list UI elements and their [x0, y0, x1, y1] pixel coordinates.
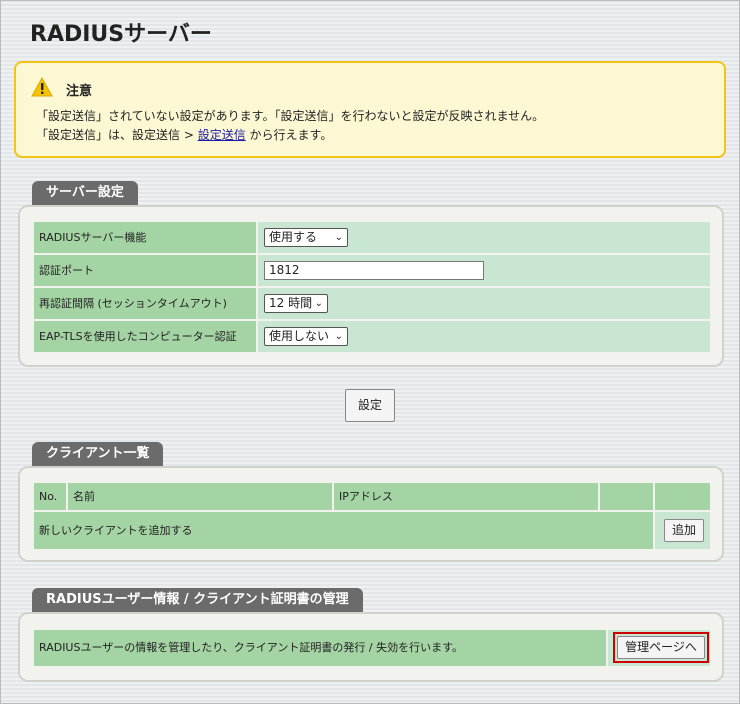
column-header-blank-2	[655, 483, 710, 510]
chevron-down-icon: ⌄	[334, 232, 343, 243]
page-title: RADIUSサーバー	[30, 22, 212, 47]
setting-value-cell: 1812	[258, 255, 710, 286]
eap-tls-select[interactable]: 使用しない ⌄	[264, 327, 348, 346]
notice-line-2: 「設定送信」は、設定送信 > 設定送信 から行えます。	[36, 126, 332, 143]
notice-line-2-prefix: 「設定送信」は、設定送信 >	[36, 128, 198, 142]
setting-value-cell: 使用する ⌄	[258, 222, 710, 253]
setting-label: 再認証間隔 (セッションタイムアウト)	[34, 288, 256, 319]
send-settings-link[interactable]: 設定送信	[198, 128, 246, 142]
auth-port-input[interactable]: 1812	[264, 261, 484, 280]
tab-server-settings: サーバー設定	[32, 181, 138, 205]
setting-row-radius-function: RADIUSサーバー機能 使用する ⌄	[34, 222, 710, 253]
chevron-down-icon: ⌄	[334, 331, 343, 342]
client-table-header: No. 名前 IPアドレス	[34, 483, 710, 510]
column-header-name: 名前	[68, 483, 332, 510]
tab-user-cert-mgmt: RADIUSユーザー情報 / クライアント証明書の管理	[32, 588, 363, 612]
setting-value-cell: 使用しない ⌄	[258, 321, 710, 352]
notice-line-2-suffix: から行えます。	[245, 128, 333, 142]
add-client-text: 新しいクライアントを追加する	[34, 512, 653, 549]
user-cert-mgmt-panel: RADIUSユーザーの情報を管理したり、クライアント証明書の発行 / 失効を行い…	[18, 612, 724, 682]
select-value: 使用する	[269, 230, 318, 244]
user-mgmt-description: RADIUSユーザーの情報を管理したり、クライアント証明書の発行 / 失効を行い…	[34, 630, 606, 666]
client-list-panel: No. 名前 IPアドレス 新しいクライアントを追加する 追加	[18, 466, 724, 562]
setting-row-auth-port: 認証ポート 1812	[34, 255, 710, 286]
tab-client-list: クライアント一覧	[32, 442, 164, 466]
setting-label: 認証ポート	[34, 255, 256, 286]
column-header-ip: IPアドレス	[334, 483, 598, 510]
select-value: 12 時間	[269, 296, 313, 310]
apply-settings-button[interactable]: 設定	[345, 389, 395, 422]
setting-value-cell: 12 時間 ⌄	[258, 288, 710, 319]
add-client-button[interactable]: 追加	[664, 519, 704, 542]
select-value: 使用しない	[269, 329, 330, 343]
setting-label: EAP-TLSを使用したコンピューター認証	[34, 321, 256, 352]
notice-line-1: 「設定送信」されていない設定があります。「設定送信」を行わないと設定が反映されま…	[36, 109, 545, 123]
notice-heading: 注意	[66, 84, 93, 99]
reauth-interval-select[interactable]: 12 時間 ⌄	[264, 294, 328, 313]
notice-box: 注意 「設定送信」されていない設定があります。「設定送信」を行わないと設定が反映…	[14, 61, 726, 158]
management-page-button[interactable]: 管理ページへ	[617, 636, 705, 659]
radius-function-select[interactable]: 使用する ⌄	[264, 228, 348, 247]
setting-row-reauth-interval: 再認証間隔 (セッションタイムアウト) 12 時間 ⌄	[34, 288, 710, 319]
column-header-no: No.	[34, 483, 66, 510]
chevron-down-icon: ⌄	[314, 298, 323, 309]
server-settings-panel: RADIUSサーバー機能 使用する ⌄ 認証ポート 1812 再認証間隔 (セッシ…	[18, 205, 724, 367]
setting-label: RADIUSサーバー機能	[34, 222, 256, 253]
setting-row-eap-tls: EAP-TLSを使用したコンピューター認証 使用しない ⌄	[34, 321, 710, 352]
warning-triangle-icon	[31, 77, 53, 97]
user-mgmt-row: RADIUSユーザーの情報を管理したり、クライアント証明書の発行 / 失効を行い…	[34, 630, 710, 666]
column-header-blank-1	[600, 483, 653, 510]
add-client-row: 新しいクライアントを追加する 追加	[34, 512, 710, 549]
